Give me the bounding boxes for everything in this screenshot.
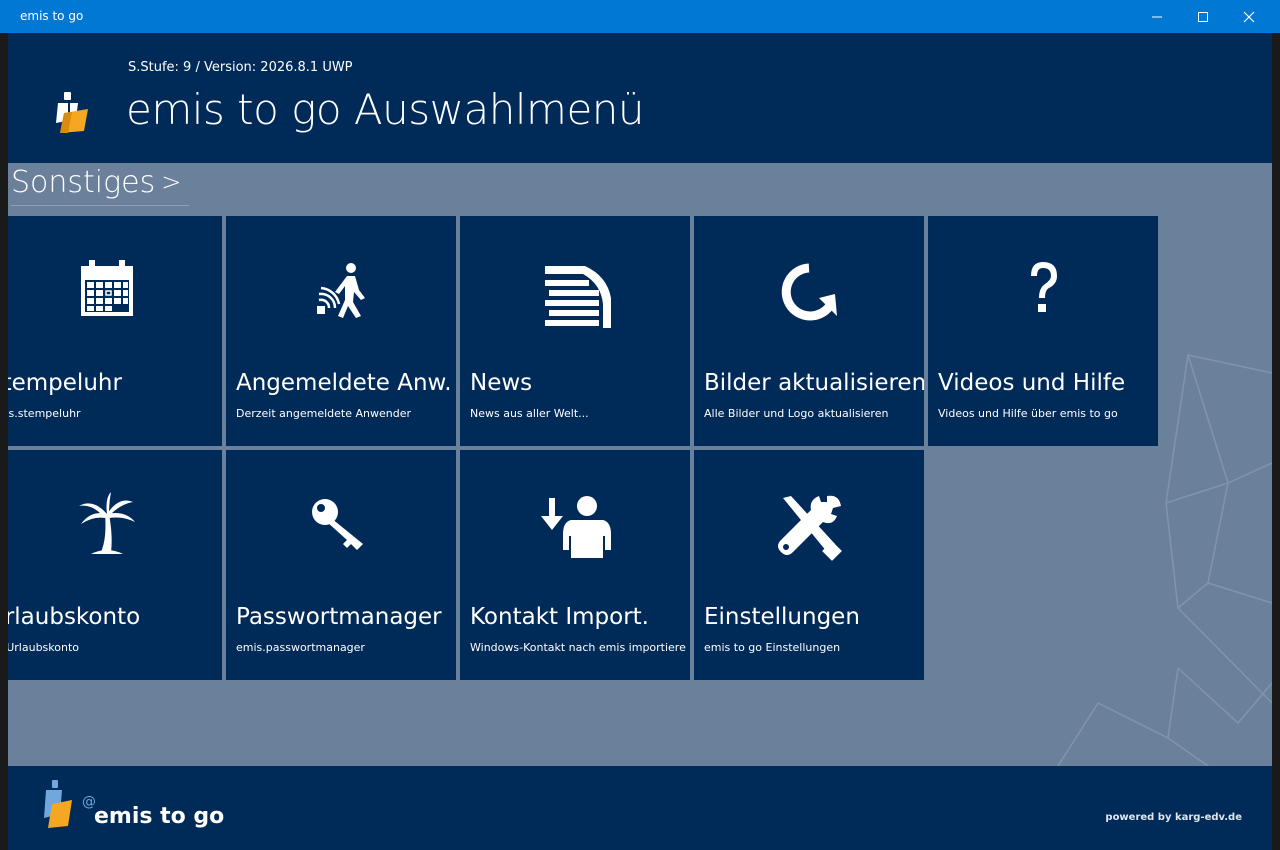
tile-bilder-aktualisieren[interactable]: Bilder aktualisieren Alle Bilder und Log… bbox=[694, 216, 924, 446]
powered-by-link[interactable]: powered by karg-edv.de bbox=[1105, 812, 1242, 823]
news-icon bbox=[460, 254, 690, 334]
tile-subtitle: emis.passwortmanager bbox=[236, 641, 365, 654]
page-title: emis to go Auswahlmenü bbox=[126, 85, 645, 134]
app-window: emis to go S.Stufe: 9 / Version: 2026.8.… bbox=[0, 0, 1280, 850]
key-icon bbox=[226, 488, 456, 568]
tile-urlaubskonto[interactable]: Urlaubskonto Ihr Urlaubskonto bbox=[8, 450, 222, 680]
tile-passwortmanager[interactable]: Passwortmanager emis.passwortmanager bbox=[226, 450, 456, 680]
tile-title: Bilder aktualisieren bbox=[704, 370, 924, 396]
tile-title: Stempeluhr bbox=[8, 370, 122, 396]
close-button[interactable] bbox=[1226, 0, 1272, 33]
tile-title: Kontakt Import. bbox=[470, 604, 649, 630]
tile-videos-und-hilfe[interactable]: Videos und Hilfe Videos und Hilfe über e… bbox=[928, 216, 1158, 446]
minimize-button[interactable] bbox=[1134, 0, 1180, 33]
tile-subtitle: Derzeit angemeldete Anwender bbox=[236, 407, 412, 420]
tile-title: Passwortmanager bbox=[236, 604, 442, 630]
tile-subtitle: Windows-Kontakt nach emis importiere bbox=[470, 641, 686, 654]
main-content: Sonstiges > empeluhr s.stempeluhr Angeme… bbox=[8, 163, 1272, 766]
maximize-button[interactable] bbox=[1180, 0, 1226, 33]
contact-import-icon bbox=[460, 488, 690, 568]
refresh-icon bbox=[694, 254, 924, 334]
tile-angemeldete-anwender[interactable]: Angemeldete Anw. Derzeit angemeldete Anw… bbox=[226, 216, 456, 446]
palm-tree-icon bbox=[8, 488, 222, 568]
title-bar[interactable]: emis to go bbox=[0, 0, 1280, 33]
tile-stempeluhr[interactable]: Stempeluhr emis.stempeluhr bbox=[8, 216, 222, 446]
walking-person-icon bbox=[226, 254, 456, 334]
maximize-icon bbox=[1198, 11, 1208, 22]
question-mark-icon bbox=[928, 254, 1158, 334]
app-footer: @ emis to go powered by karg-edv.de bbox=[8, 766, 1272, 850]
tile-subtitle: Videos und Hilfe über emis to go bbox=[938, 407, 1118, 420]
chevron-right-icon: > bbox=[161, 168, 182, 196]
tools-icon bbox=[694, 488, 924, 568]
tile-kontakt-import[interactable]: Kontakt Import. Windows-Kontakt nach emi… bbox=[460, 450, 690, 680]
footer-app-name: emis to go bbox=[94, 804, 225, 829]
window-title: emis to go bbox=[20, 9, 84, 23]
calendar-icon bbox=[8, 254, 222, 334]
tile-subtitle: News aus aller Welt... bbox=[470, 407, 589, 420]
tile-title: Einstellungen bbox=[704, 604, 860, 630]
version-label: S.Stufe: 9 / Version: 2026.8.1 UWP bbox=[128, 60, 353, 75]
section-label: Sonstiges bbox=[11, 165, 156, 200]
minimize-icon bbox=[1152, 16, 1162, 17]
tile-subtitle: Ihr Urlaubskonto bbox=[8, 641, 80, 654]
tile-subtitle: emis to go Einstellungen bbox=[704, 641, 841, 654]
tile-subtitle: emis.stempeluhr bbox=[8, 407, 81, 420]
window-border-left bbox=[0, 33, 8, 850]
tile-title: Angemeldete Anw. bbox=[236, 370, 452, 396]
section-header-sonstiges[interactable]: Sonstiges > bbox=[11, 165, 190, 206]
emis-logo-icon bbox=[56, 92, 88, 133]
app-header: S.Stufe: 9 / Version: 2026.8.1 UWP emis … bbox=[8, 33, 1272, 163]
window-border-right bbox=[1272, 33, 1280, 850]
tile-title: Urlaubskonto bbox=[8, 604, 141, 630]
tile-news[interactable]: News News aus aller Welt... bbox=[460, 216, 690, 446]
tile-title: Videos und Hilfe bbox=[938, 370, 1126, 396]
close-icon bbox=[1243, 11, 1255, 22]
tile-title: News bbox=[470, 370, 533, 396]
tile-einstellungen[interactable]: Einstellungen emis to go Einstellungen bbox=[694, 450, 924, 680]
tile-subtitle: Alle Bilder und Logo aktualisieren bbox=[704, 407, 889, 420]
